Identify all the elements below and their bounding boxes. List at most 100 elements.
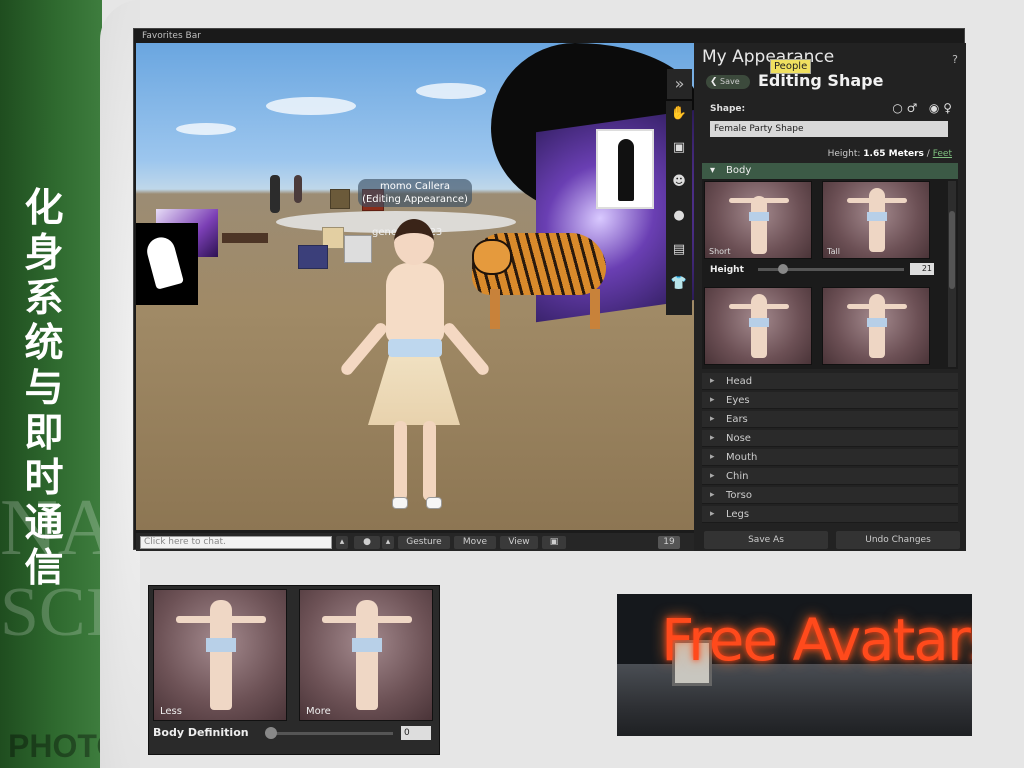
- height-slider-value[interactable]: 21: [910, 263, 934, 275]
- scrollbar[interactable]: [948, 181, 956, 367]
- dot-icon[interactable]: ●: [354, 536, 380, 549]
- body-definition-value[interactable]: 0: [401, 726, 431, 740]
- thumb-figure: [356, 600, 378, 710]
- category-legs[interactable]: Legs: [702, 506, 958, 523]
- female-icon: ♀: [943, 101, 952, 115]
- tiger-head: [472, 239, 512, 275]
- slide-title: 化身系统与即时通信: [24, 186, 64, 591]
- favorites-bar[interactable]: Favorites Bar: [134, 29, 964, 43]
- thumb-caption: Less: [160, 706, 182, 717]
- profile-card-icon[interactable]: ▣: [668, 137, 690, 159]
- billboard-figure: [596, 129, 654, 209]
- height-slider-knob[interactable]: [778, 264, 788, 274]
- avatar-shorts: [388, 339, 442, 357]
- editing-shape-title: Editing Shape: [758, 71, 884, 90]
- category-chin[interactable]: Chin: [702, 468, 958, 485]
- building-roof: [617, 664, 972, 736]
- thumb-body[interactable]: [822, 287, 930, 365]
- radio-selected-icon[interactable]: ◉: [929, 101, 939, 115]
- bottom-toolbar: Click here to chat. ▴ ● ▴ Gesture Move V…: [136, 533, 696, 551]
- view-button[interactable]: View: [500, 536, 538, 549]
- height-prefix: Height:: [827, 149, 861, 159]
- body-thumbnails: Short Tall Height 21: [702, 179, 958, 369]
- thumb-more[interactable]: More: [299, 589, 433, 721]
- category-head[interactable]: Head: [702, 373, 958, 390]
- free-avatars-sign-photo: Free Avatars: [617, 594, 972, 736]
- chevron-up-icon[interactable]: ▴: [382, 536, 394, 549]
- notification-counter[interactable]: 19: [658, 536, 680, 549]
- feet-link[interactable]: Feet: [933, 149, 952, 159]
- thumb-body[interactable]: [704, 287, 812, 365]
- left-green-band: NA SCI PHOTO 化身系统与即时通信: [0, 0, 102, 768]
- avatar-arm: [338, 320, 390, 378]
- prim-cube: [298, 245, 328, 269]
- body-definition-slider-track[interactable]: [269, 732, 393, 735]
- gender-selector[interactable]: ○ ♂ ◉ ♀: [892, 101, 952, 115]
- body-definition-label: Body Definition: [153, 726, 249, 739]
- category-nose[interactable]: Nose: [702, 430, 958, 447]
- shirt-icon[interactable]: 👕: [668, 273, 690, 295]
- category-mouth[interactable]: Mouth: [702, 449, 958, 466]
- height-value: 1.65 Meters: [863, 149, 924, 159]
- gesture-button[interactable]: Gesture: [398, 536, 450, 549]
- camera-icon[interactable]: ▣: [542, 536, 566, 549]
- male-icon: ♂: [906, 101, 918, 115]
- height-readout: Height: 1.65 Meters / Feet: [828, 149, 952, 159]
- side-toolbar: ✋ ▣ ☻ ● ▤ 👕: [666, 101, 692, 315]
- map-icon[interactable]: ▤: [668, 239, 690, 261]
- 3d-scene[interactable]: momo Callera (Editing Appearance) genera…: [136, 43, 694, 530]
- thumb-short[interactable]: Short: [704, 181, 812, 259]
- background-avatar: [294, 175, 302, 203]
- background-avatar: [270, 175, 280, 213]
- prim-cube: [330, 189, 350, 209]
- chat-input[interactable]: Click here to chat.: [140, 536, 332, 549]
- avatar-arm: [440, 320, 492, 378]
- cloud: [176, 123, 236, 135]
- thumb-figure-shorts: [749, 212, 769, 221]
- category-eyes[interactable]: Eyes: [702, 392, 958, 409]
- chat-bubble-icon[interactable]: ●: [668, 205, 690, 227]
- thumb-figure: [751, 196, 767, 254]
- section-body[interactable]: Body: [702, 163, 958, 179]
- move-button[interactable]: Move: [454, 536, 496, 549]
- avatar-leg: [423, 421, 436, 501]
- shape-name-field[interactable]: Female Party Shape: [710, 121, 948, 137]
- undo-changes-button[interactable]: Undo Changes: [836, 531, 960, 549]
- avatar-name: momo Callera: [380, 181, 450, 192]
- category-torso[interactable]: Torso: [702, 487, 958, 504]
- double-chevron-right-icon[interactable]: »: [667, 69, 692, 99]
- avatar-status: (Editing Appearance): [362, 194, 468, 205]
- scrollbar-thumb[interactable]: [949, 211, 955, 289]
- avatar-torso: [386, 263, 444, 343]
- help-icon[interactable]: ?: [952, 53, 958, 66]
- thumb-tall[interactable]: Tall: [822, 181, 930, 259]
- thumb-figure-shorts: [867, 318, 887, 327]
- thumb-figure: [210, 600, 232, 710]
- avatar-leg: [394, 421, 407, 501]
- thumb-caption: Tall: [827, 247, 840, 256]
- save-as-button[interactable]: Save As: [704, 531, 828, 549]
- viewer-screenshot: Favorites Bar momo Callera (Editing Appe…: [133, 28, 966, 551]
- thumb-figure-shorts: [867, 212, 887, 221]
- cloud: [416, 83, 486, 99]
- chevron-up-icon[interactable]: ▴: [336, 536, 348, 549]
- appearance-panel: My Appearance ? People Save Editing Shap…: [694, 43, 966, 551]
- avatar-name-tag: momo Callera (Editing Appearance): [358, 179, 472, 207]
- thumb-less[interactable]: Less: [153, 589, 287, 721]
- prim-cube: [344, 235, 372, 263]
- avatar-foot: [392, 497, 408, 509]
- people-icon[interactable]: ☻: [668, 171, 690, 193]
- tiger-legs: [490, 289, 600, 329]
- category-ears[interactable]: Ears: [702, 411, 958, 428]
- avatar-skirt: [368, 349, 460, 425]
- back-button[interactable]: Save: [706, 75, 750, 89]
- height-slider-label: Height: [710, 265, 744, 275]
- body-definition-inset: Less More Body Definition 0: [148, 585, 440, 755]
- panel-title: My Appearance: [702, 47, 835, 67]
- body-definition-slider-knob[interactable]: [265, 727, 277, 739]
- dancer-panel: [136, 223, 198, 305]
- watermark-photo: PHOTO: [8, 728, 102, 764]
- hand-icon[interactable]: ✋: [668, 103, 690, 125]
- radio-icon[interactable]: ○: [892, 101, 902, 115]
- cloud: [266, 97, 356, 115]
